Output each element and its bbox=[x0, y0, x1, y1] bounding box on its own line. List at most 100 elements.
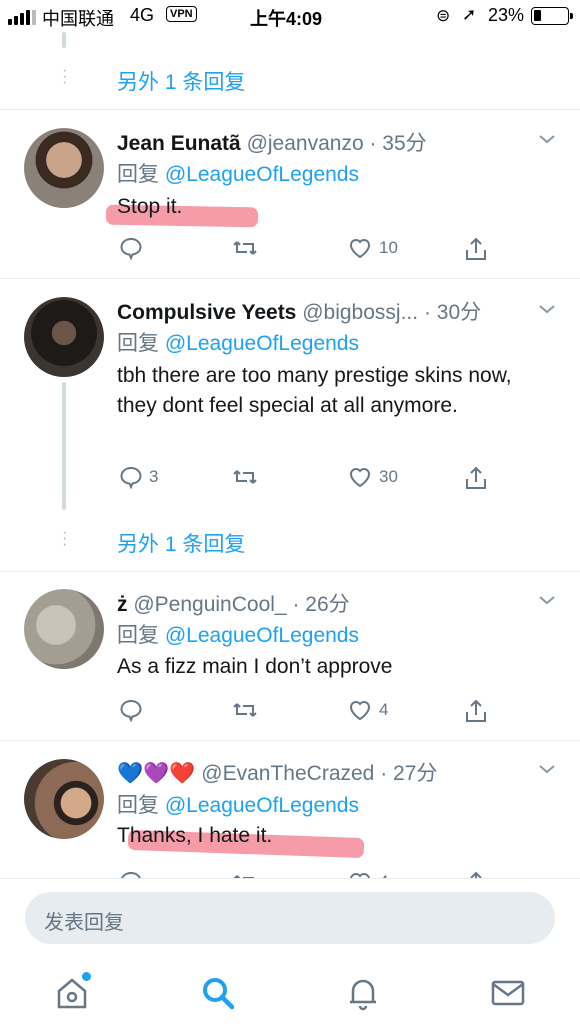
rotation-lock-icon: ⊜ bbox=[436, 6, 451, 25]
notification-dot bbox=[82, 972, 91, 981]
avatar[interactable] bbox=[24, 759, 104, 839]
share-button[interactable] bbox=[464, 465, 488, 491]
handle[interactable]: @jeanvanzo bbox=[247, 132, 364, 155]
retweet-button[interactable] bbox=[231, 870, 259, 878]
search-icon[interactable] bbox=[198, 973, 238, 1013]
reply-context: 回复 @LeagueOfLegends bbox=[117, 327, 359, 357]
share-icon bbox=[466, 466, 486, 489]
share-icon bbox=[466, 699, 486, 722]
chevron-down-icon[interactable] bbox=[538, 760, 556, 778]
more-dots-icon: · · · bbox=[62, 524, 68, 553]
battery-icon bbox=[531, 7, 573, 25]
display-name[interactable]: 💙💜❤️ bbox=[117, 762, 195, 785]
reply-prefix: 回复 bbox=[117, 624, 159, 647]
divider bbox=[0, 740, 580, 741]
reply-context: 回复 @LeagueOfLegends bbox=[117, 789, 359, 819]
chevron-down-icon[interactable] bbox=[538, 130, 556, 148]
tweet-actions: 10 bbox=[117, 236, 517, 266]
heart-icon bbox=[349, 239, 371, 259]
like-button[interactable]: 30 bbox=[347, 465, 398, 489]
signal-icon bbox=[8, 10, 36, 25]
composer-placeholder: 发表回复 bbox=[44, 912, 124, 934]
tweet-header: ż @PenguinCool_ · 26分 bbox=[117, 588, 350, 618]
tweet-text: tbh there are too many prestige skins no… bbox=[117, 364, 512, 417]
display-name[interactable]: Compulsive Yeets bbox=[117, 301, 296, 324]
share-button[interactable] bbox=[464, 698, 488, 724]
more-dots-icon: · · · bbox=[62, 62, 68, 91]
avatar[interactable] bbox=[24, 297, 104, 377]
share-button[interactable] bbox=[464, 870, 488, 878]
reply-button[interactable]: 3 bbox=[119, 465, 158, 489]
tweet-header: 💙💜❤️ @EvanTheCrazed · 27分 bbox=[117, 757, 437, 787]
tweet-actions: 3 30 bbox=[117, 465, 517, 495]
reply-composer[interactable]: 发表回复 bbox=[25, 892, 555, 944]
reply-icon bbox=[120, 699, 142, 722]
tweet-header: Compulsive Yeets @bigbossj... · 30分 bbox=[117, 296, 481, 326]
reply-button[interactable] bbox=[119, 236, 149, 260]
tab-bar bbox=[0, 955, 580, 1032]
display-name[interactable]: ż bbox=[117, 593, 128, 616]
retweet-icon bbox=[233, 470, 257, 484]
reply-context: 回复 @LeagueOfLegends bbox=[117, 619, 359, 649]
tweet-header: Jean Eunatã @jeanvanzo · 35分 bbox=[117, 127, 427, 157]
like-button[interactable]: 4 bbox=[347, 698, 388, 722]
reply-button[interactable] bbox=[119, 870, 143, 878]
handle[interactable]: @PenguinCool_ bbox=[133, 593, 286, 616]
tweet-text: Stop it. bbox=[117, 195, 183, 218]
status-bar: 中国联通 4G VPN 上午4:09 ⊜ ➚ 23% bbox=[0, 0, 580, 32]
reply-to-link[interactable]: @LeagueOfLegends bbox=[165, 794, 359, 817]
reply-to-link[interactable]: @LeagueOfLegends bbox=[165, 332, 359, 355]
reply-prefix: 回复 bbox=[117, 163, 159, 186]
reply-count: 3 bbox=[149, 467, 159, 486]
thread-line bbox=[62, 382, 66, 510]
avatar[interactable] bbox=[24, 128, 104, 208]
network-label: 4G bbox=[130, 5, 155, 25]
share-icon bbox=[470, 871, 482, 878]
retweet-button[interactable] bbox=[231, 236, 259, 260]
more-replies-link[interactable]: 另外 1 条回复 bbox=[117, 528, 245, 558]
reply-icon bbox=[121, 871, 141, 878]
reply-context: 回复 @LeagueOfLegends bbox=[117, 158, 359, 188]
thread-line bbox=[62, 32, 66, 48]
timestamp: · 35分 bbox=[369, 132, 427, 155]
reply-prefix: 回复 bbox=[117, 794, 159, 817]
like-button[interactable]: 4 bbox=[347, 870, 388, 878]
more-replies-link[interactable]: 另外 1 条回复 bbox=[117, 66, 245, 96]
tweet-actions: 4 bbox=[117, 698, 517, 728]
retweet-icon bbox=[233, 241, 257, 255]
chevron-down-icon[interactable] bbox=[538, 300, 556, 318]
retweet-button[interactable] bbox=[231, 465, 259, 489]
divider bbox=[0, 278, 580, 279]
handle[interactable]: @EvanTheCrazed bbox=[201, 762, 374, 785]
timestamp: · 27分 bbox=[380, 762, 438, 785]
reply-icon bbox=[120, 237, 142, 260]
tweet-actions: 4 bbox=[117, 870, 517, 878]
retweet-button[interactable] bbox=[231, 698, 259, 722]
reply-to-link[interactable]: @LeagueOfLegends bbox=[165, 624, 359, 647]
carrier-label: 中国联通 bbox=[42, 9, 114, 29]
heart-icon bbox=[350, 873, 370, 878]
avatar[interactable] bbox=[24, 589, 104, 669]
reply-to-link[interactable]: @LeagueOfLegends bbox=[165, 163, 359, 186]
share-button[interactable] bbox=[464, 236, 488, 262]
mail-icon[interactable] bbox=[488, 973, 528, 1013]
bell-icon[interactable] bbox=[343, 973, 383, 1013]
clock: 上午4:09 bbox=[250, 9, 323, 29]
vpn-badge: VPN bbox=[166, 6, 197, 22]
retweet-icon bbox=[233, 875, 254, 878]
timestamp: · 30分 bbox=[423, 301, 482, 324]
divider bbox=[0, 571, 580, 572]
display-name[interactable]: Jean Eunatã bbox=[117, 132, 241, 155]
reply-button[interactable] bbox=[119, 698, 149, 722]
like-count: 30 bbox=[379, 467, 398, 486]
heart-icon bbox=[349, 468, 371, 488]
divider bbox=[0, 878, 580, 879]
retweet-icon bbox=[233, 703, 257, 717]
chevron-down-icon[interactable] bbox=[538, 591, 556, 609]
share-icon bbox=[466, 237, 486, 260]
reply-prefix: 回复 bbox=[117, 332, 159, 355]
tweet-actions-clipped: 4 bbox=[0, 868, 580, 878]
timestamp: · 26分 bbox=[292, 593, 350, 616]
like-button[interactable]: 10 bbox=[347, 236, 398, 260]
handle[interactable]: @bigbossj... bbox=[302, 301, 418, 324]
